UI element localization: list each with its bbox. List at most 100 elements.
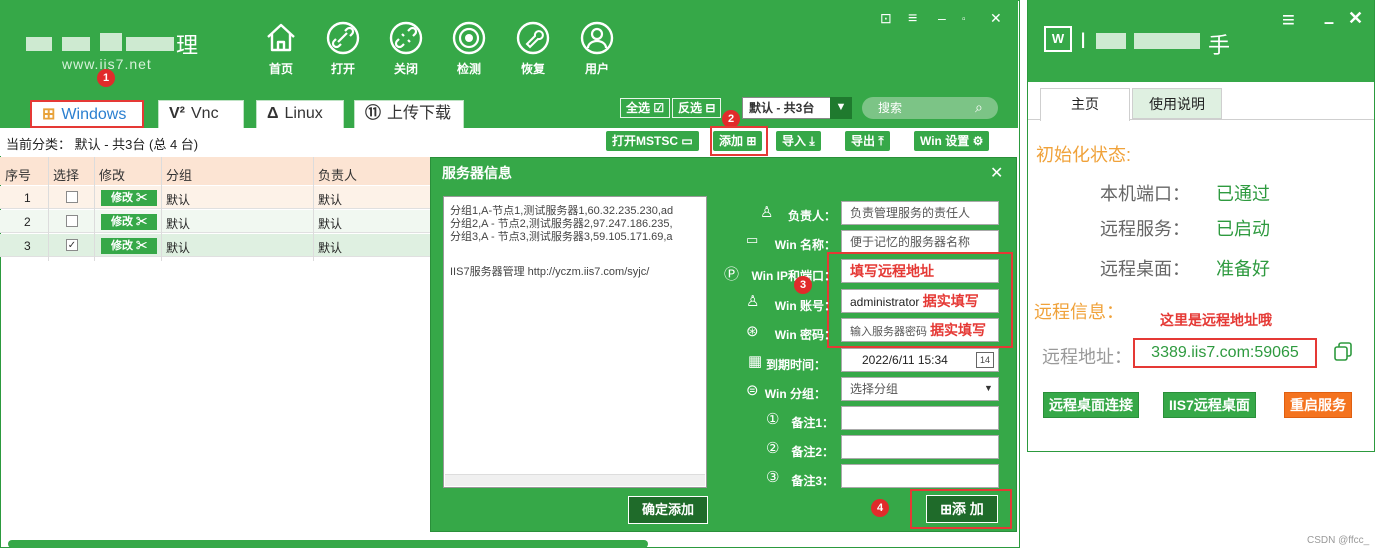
tab-windows-label: Windows bbox=[61, 106, 127, 123]
row-edit-button[interactable]: 修改 ✂ bbox=[101, 238, 157, 254]
password-placeholder: 输入服务器密码 bbox=[850, 326, 927, 338]
logo-blur bbox=[26, 37, 52, 51]
chevron-down-icon[interactable]: ▼ bbox=[984, 383, 993, 393]
note1-label: 备注1： bbox=[791, 416, 834, 430]
tab-linux[interactable]: Δ Linux bbox=[256, 100, 344, 128]
invert-select-label: 反选 bbox=[678, 101, 703, 115]
row-edit-button[interactable]: 修改 ✂ bbox=[101, 190, 157, 206]
account-hint: 据实填写 bbox=[922, 293, 979, 309]
note3-input[interactable] bbox=[841, 464, 999, 488]
status-label-port: 本机端口： bbox=[1100, 184, 1190, 204]
server-name-input[interactable]: 便于记忆的服务器名称 bbox=[841, 230, 999, 254]
helper-title-end: 手 bbox=[1208, 33, 1231, 58]
import-button[interactable]: 导入 ⤓ bbox=[776, 131, 821, 151]
tab-windows[interactable]: ⊞ Windows bbox=[30, 100, 144, 128]
name-label: Win 名称： bbox=[774, 238, 836, 252]
confirm-add-button[interactable]: 确定添加 bbox=[628, 496, 708, 524]
remote-address-field[interactable]: 3389.iis7.com:59065 bbox=[1133, 338, 1317, 368]
table-row[interactable] bbox=[0, 210, 430, 233]
check-icon: ☑ bbox=[653, 101, 665, 115]
close-icon[interactable]: ✕ bbox=[990, 163, 1003, 183]
horizontal-scrollbar[interactable] bbox=[8, 540, 648, 548]
user-icon bbox=[580, 21, 614, 55]
tab-vnc[interactable]: V² Vnc bbox=[158, 100, 244, 128]
edit-label: 修改 bbox=[110, 216, 133, 228]
search-icon[interactable]: ⌕ bbox=[975, 99, 983, 116]
iis7-remote-desktop-button[interactable]: IIS7远程桌面 bbox=[1163, 392, 1256, 418]
note2-input[interactable] bbox=[841, 435, 999, 459]
watermark: CSDN @ffcc_ bbox=[1307, 535, 1370, 546]
nav-detect[interactable]: 检测 bbox=[444, 20, 494, 77]
row-checkbox[interactable] bbox=[66, 191, 78, 203]
tab-upload[interactable]: ⑪ 上传下载 bbox=[354, 100, 464, 128]
export-button[interactable]: 导出 ⤒ bbox=[845, 131, 890, 151]
nav-close[interactable]: 关闭 bbox=[381, 20, 431, 77]
tab-help[interactable]: 使用说明 bbox=[1132, 88, 1222, 119]
row-checkbox[interactable]: ✓ bbox=[66, 239, 78, 251]
ip-hint: 填写远程地址 bbox=[850, 263, 934, 279]
open-mstsc-button[interactable]: 打开MSTSC ▭ bbox=[606, 131, 699, 151]
nav-open[interactable]: 打开 bbox=[318, 20, 368, 77]
nav-restore[interactable]: 恢复 bbox=[508, 20, 558, 77]
nav-user[interactable]: 用户 bbox=[572, 20, 622, 77]
row-checkbox[interactable] bbox=[66, 215, 78, 227]
row-group: 默认 bbox=[166, 241, 191, 255]
note3-label: 备注3： bbox=[791, 474, 834, 488]
minimize-icon[interactable]: – bbox=[938, 10, 946, 26]
select-all-button[interactable]: 全选 ☑ bbox=[620, 98, 671, 118]
lock-icon[interactable]: ⊡ bbox=[880, 10, 892, 27]
note1-input[interactable] bbox=[841, 406, 999, 430]
table-row[interactable] bbox=[0, 186, 430, 209]
row-edit-button[interactable]: 修改 ✂ bbox=[101, 214, 157, 230]
account-value: administrator bbox=[850, 295, 920, 309]
edit-label: 修改 bbox=[110, 192, 133, 204]
restart-service-button[interactable]: 重启服务 bbox=[1284, 392, 1352, 418]
tab-linux-label: Linux bbox=[284, 105, 323, 122]
nav-detect-label: 检测 bbox=[456, 62, 481, 76]
import-label: 导入 bbox=[782, 134, 807, 148]
gear-icon: ⚙ bbox=[972, 134, 984, 148]
unlink-icon bbox=[389, 21, 423, 55]
calendar-picker-icon[interactable]: 14 bbox=[976, 352, 994, 368]
col-header-num: 序号 bbox=[5, 168, 32, 183]
dialog-add-button[interactable]: ⊞添 加 bbox=[926, 495, 998, 523]
remote-desktop-connect-button[interactable]: 远程桌面连接 bbox=[1043, 392, 1139, 418]
logo-blur bbox=[126, 37, 174, 51]
menu-icon[interactable]: ≡ bbox=[908, 10, 917, 28]
table-row[interactable] bbox=[0, 234, 430, 257]
ip-port-input[interactable]: 填写远程地址 bbox=[841, 259, 999, 283]
group-dropdown[interactable]: 选择分组 bbox=[841, 377, 999, 401]
row-num: 2 bbox=[24, 215, 31, 229]
maximize-icon[interactable]: ▫ bbox=[962, 14, 966, 25]
close-icon[interactable]: ✕ bbox=[990, 10, 1002, 27]
window-icon: ▭ bbox=[681, 134, 693, 148]
status-value-desktop: 准备好 bbox=[1216, 259, 1270, 279]
import-textarea[interactable]: 分组1,A-节点1,测试服务器1,60.32.235.230,ad 分组2,A … bbox=[443, 196, 707, 488]
logo-blur bbox=[100, 33, 122, 51]
copy-icon[interactable] bbox=[1334, 342, 1352, 362]
win-settings-button[interactable]: Win 设置 ⚙ bbox=[914, 131, 990, 151]
vnc-icon: V² bbox=[169, 105, 185, 122]
open-mstsc-label: 打开MSTSC bbox=[612, 134, 679, 148]
helper-title-start: I bbox=[1080, 28, 1087, 53]
scissors-icon: ✂ bbox=[136, 192, 148, 204]
invert-select-button[interactable]: 反选 ⊟ bbox=[672, 98, 722, 118]
chevron-down-icon[interactable]: ▼ bbox=[830, 97, 852, 119]
nav-close-label: 关闭 bbox=[393, 62, 418, 76]
import-scrollbar[interactable] bbox=[445, 474, 705, 486]
app-title: 理 bbox=[176, 34, 199, 59]
row-owner: 默认 bbox=[318, 193, 343, 207]
step-badge-4: 4 bbox=[871, 499, 889, 517]
owner-input[interactable]: 负责管理服务的责任人 bbox=[841, 201, 999, 225]
minimize-icon[interactable]: – bbox=[1324, 12, 1334, 33]
nav-home[interactable]: 首页 bbox=[256, 20, 306, 77]
password-input[interactable]: 输入服务器密码 据实填写 bbox=[841, 318, 999, 342]
tab-home[interactable]: 主页 bbox=[1040, 88, 1130, 121]
link-icon bbox=[326, 21, 360, 55]
add-button[interactable]: 添加 ⊞ bbox=[713, 131, 763, 151]
menu-icon[interactable]: ≡ bbox=[1282, 9, 1295, 31]
account-input[interactable]: administrator 据实填写 bbox=[841, 289, 999, 313]
close-icon[interactable]: ✕ bbox=[1348, 8, 1363, 29]
ip-label: Win IP和端口： bbox=[751, 269, 836, 283]
row-num: 1 bbox=[24, 191, 31, 205]
